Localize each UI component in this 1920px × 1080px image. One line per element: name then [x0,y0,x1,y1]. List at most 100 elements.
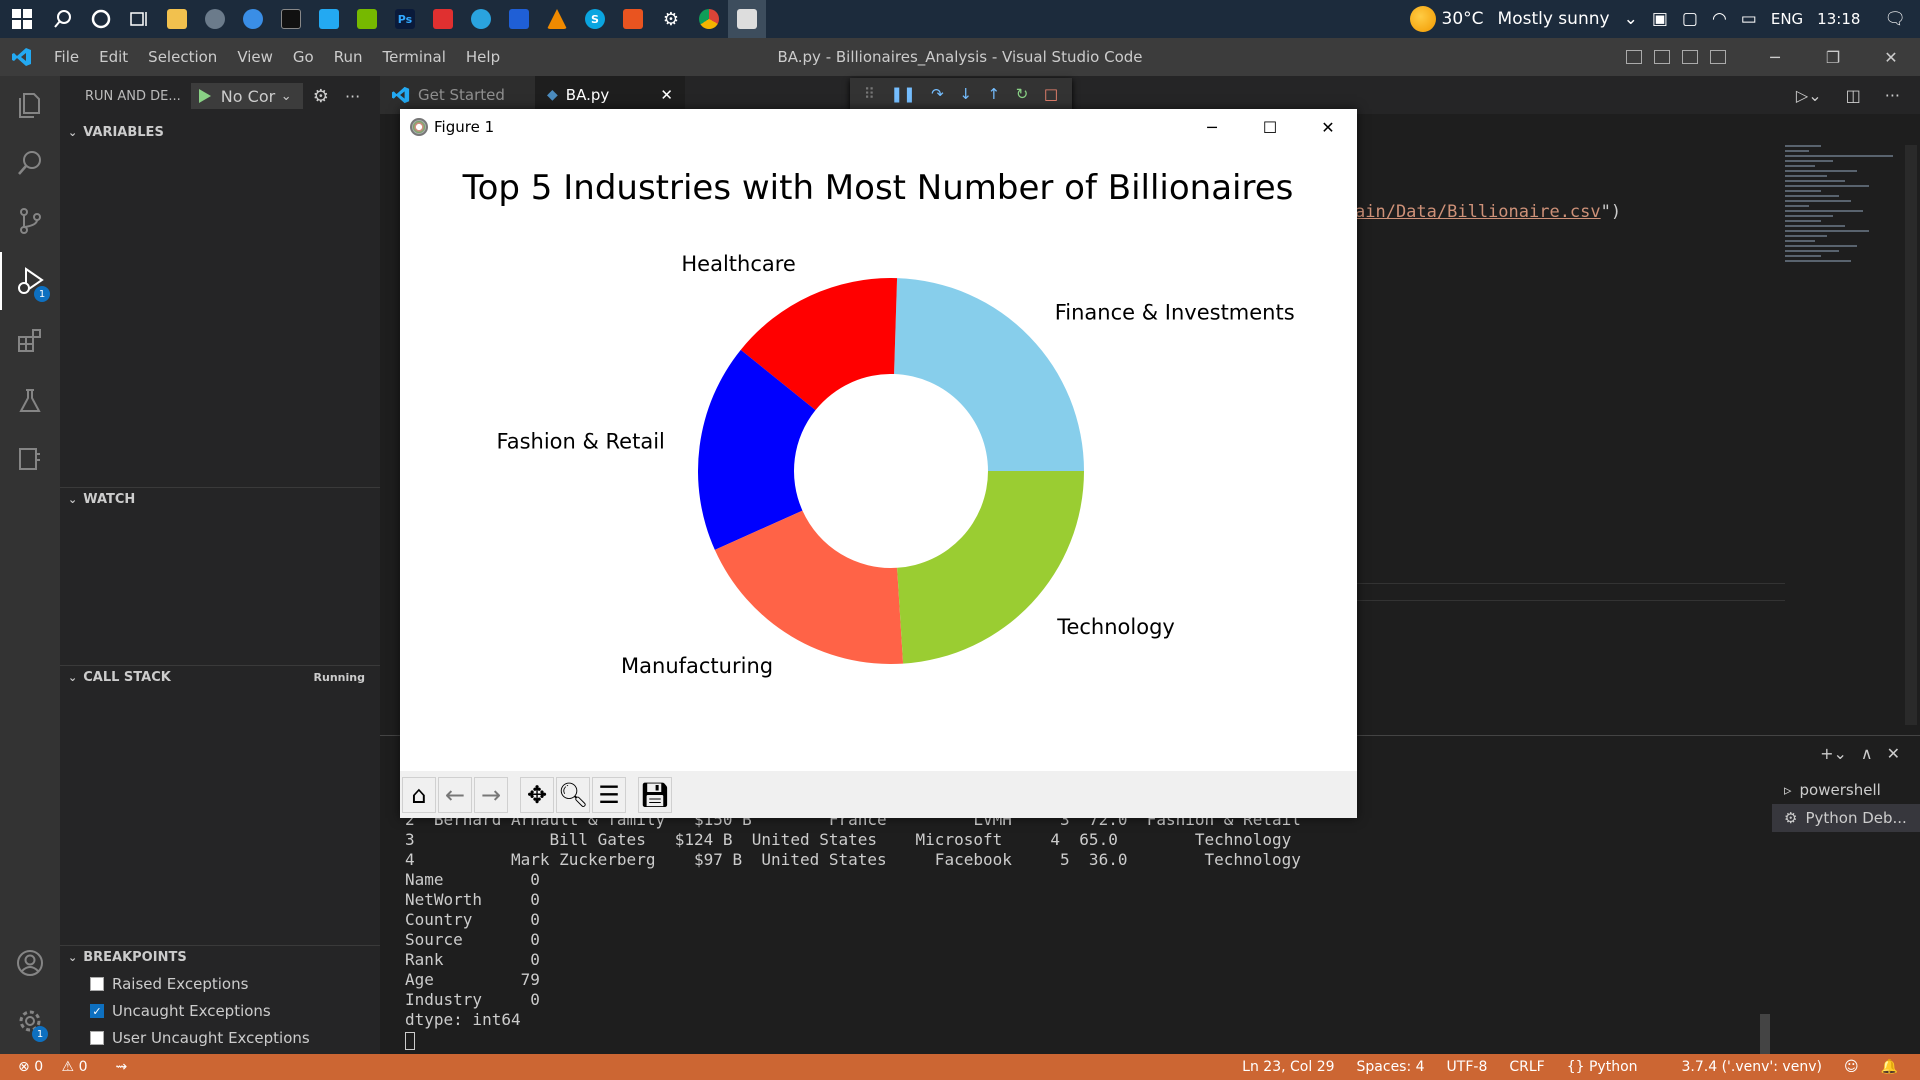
language-indicator[interactable]: ENG [1771,10,1803,28]
extensions-icon[interactable] [0,312,60,370]
search-taskbar-icon[interactable] [44,0,82,38]
call-stack-section[interactable]: ⌄ CALL STACK Running [60,665,380,689]
ubuntu-icon[interactable] [614,0,652,38]
restart-icon[interactable]: ↻ [1016,85,1029,103]
weather-temp[interactable]: 30°C [1442,9,1484,29]
python-figure-taskbar-icon[interactable] [728,0,766,38]
line-endings[interactable]: CRLF [1509,1059,1544,1075]
vscode-taskbar-icon[interactable] [310,0,348,38]
accounts-icon[interactable] [0,934,60,992]
search-icon[interactable] [0,134,60,192]
battery-icon[interactable]: ▭ [1741,9,1757,29]
clock[interactable]: 13:18 [1817,10,1860,28]
toggle-secondary-sidebar-icon[interactable] [1682,50,1698,64]
checkbox-checked[interactable]: ✓ [90,1004,104,1018]
step-out-icon[interactable]: ↑ [988,85,1001,103]
debug-config-select[interactable]: No Cor ⌄ [190,83,303,109]
telegram-icon[interactable] [462,0,500,38]
customize-layout-icon[interactable] [1710,50,1726,64]
step-into-icon[interactable]: ↓ [959,85,972,103]
nvidia-icon[interactable] [348,0,386,38]
breakpoint-user-uncaught-exceptions[interactable]: User Uncaught Exceptions [90,1029,310,1047]
drag-handle-icon[interactable]: ⠿ [864,85,875,103]
home-icon[interactable]: ⌂ [402,776,436,813]
editor-scrollbar[interactable] [1905,145,1917,725]
terminal-scrollbar[interactable] [1760,1014,1770,1054]
photoshop-icon[interactable]: Ps [386,0,424,38]
manage-gear-icon[interactable]: 1 [0,992,60,1050]
code-line-fragment[interactable]: ain/Data/Billionaire.csv") [1355,202,1621,222]
menu-edit[interactable]: Edit [99,48,128,66]
notifications-bell-icon[interactable]: 🔔 [1881,1059,1898,1075]
more-editor-actions-icon[interactable]: ··· [1885,86,1900,105]
menu-run[interactable]: Run [334,48,363,66]
breakpoint-raised-exceptions[interactable]: Raised Exceptions [90,975,248,993]
tray-app-icon[interactable]: ▣ [1652,9,1668,29]
menu-terminal[interactable]: Terminal [383,48,446,66]
pause-icon[interactable]: ❚❚ [890,85,915,103]
toggle-sidebar-icon[interactable] [1626,50,1642,64]
run-debug-icon[interactable]: 1 [0,252,60,310]
breakpoint-uncaught-exceptions[interactable]: ✓ Uncaught Exceptions [90,1002,271,1020]
start-button[interactable] [0,0,44,38]
checkbox[interactable] [90,977,104,991]
split-editor-icon[interactable]: ◫ [1846,86,1861,105]
close-tab-icon[interactable]: ✕ [660,86,673,104]
toggle-panel-icon[interactable] [1654,50,1670,64]
firefox-icon[interactable] [234,0,272,38]
back-arrow-icon[interactable]: ← [438,776,472,813]
menu-help[interactable]: Help [466,48,500,66]
explorer-icon[interactable] [0,76,60,134]
file-explorer-icon[interactable] [158,0,196,38]
cortana-icon[interactable] [82,0,120,38]
weather-text[interactable]: Mostly sunny [1498,9,1610,29]
checkbox[interactable] [90,1031,104,1045]
wifi-icon[interactable]: ◠ [1712,9,1727,29]
save-figure-icon[interactable]: 💾︎ [638,776,672,813]
stop-icon[interactable]: □ [1044,85,1058,103]
tray-chevron-icon[interactable]: ⌄ [1624,9,1638,29]
feedback-icon[interactable]: ☺ [1844,1059,1859,1075]
new-terminal-icon[interactable]: +⌄ [1820,744,1847,763]
watch-section[interactable]: ⌄ WATCH [60,487,380,511]
debug-config-name[interactable]: No Cor [221,87,281,106]
more-actions-icon[interactable]: ··· [345,87,360,106]
breakpoints-section[interactable]: ⌄ BREAKPOINTS [60,945,380,969]
vlc-icon[interactable] [538,0,576,38]
chrome-icon[interactable] [690,0,728,38]
pan-move-icon[interactable]: ✥ [520,776,554,813]
maximize-panel-icon[interactable]: ∧ [1861,744,1873,763]
minimize-icon[interactable]: ─ [1183,109,1241,145]
cursor-position[interactable]: Ln 23, Col 29 [1242,1059,1334,1075]
encoding[interactable]: UTF-8 [1447,1059,1488,1075]
zoom-magnifier-icon[interactable]: 🔍︎ [556,776,590,813]
skype-icon[interactable]: S [576,0,614,38]
chevron-down-icon[interactable]: ⌄ [281,89,292,104]
maximize-icon[interactable]: ☐ [1241,109,1299,145]
python-interpreter[interactable]: 3.7.4 ('.venv': venv) [1682,1059,1822,1075]
remote-explorer-icon[interactable] [0,430,60,488]
terminal-tab-powershell[interactable]: ▹ powershell [1772,776,1920,804]
close-icon[interactable]: ✕ [1862,48,1920,67]
debug-settings-gear-icon[interactable]: ⚙ [313,86,329,107]
subplots-config-icon[interactable]: ☰ [592,776,626,813]
terminal-app-icon[interactable] [272,0,310,38]
terminal-tab-python-debug[interactable]: ⚙ Python Deb... [1772,804,1920,832]
shield-app-icon[interactable] [424,0,462,38]
minimize-icon[interactable]: ─ [1746,48,1804,67]
terminal-output[interactable]: 2 Bernard Arnault & family $150 B France… [405,810,1301,1050]
debug-status-icon[interactable]: ⇝ [115,1059,127,1075]
source-control-icon[interactable] [0,192,60,250]
indentation[interactable]: Spaces: 4 [1357,1059,1425,1075]
minimap[interactable] [1785,145,1905,285]
close-panel-icon[interactable]: ✕ [1887,744,1900,763]
close-icon[interactable]: ✕ [1299,109,1357,145]
variables-section[interactable]: ⌄ VARIABLES [60,120,380,144]
start-debugging-icon[interactable] [198,89,211,103]
run-python-file-icon[interactable]: ▷⌄ [1796,86,1822,105]
testing-icon[interactable] [0,372,60,430]
app-blue-icon[interactable] [500,0,538,38]
tray-meet-icon[interactable]: ▢ [1682,9,1698,29]
menu-file[interactable]: File [54,48,79,66]
menu-view[interactable]: View [237,48,273,66]
